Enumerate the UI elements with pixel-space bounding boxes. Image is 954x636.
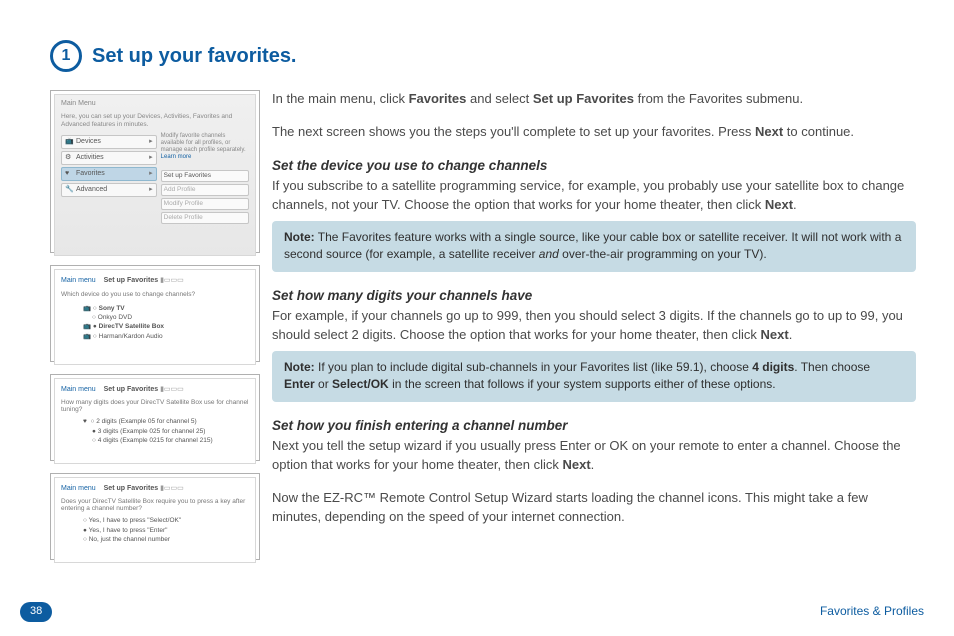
- page: 1 Set up your favorites. Main Menu Here,…: [0, 0, 954, 636]
- favorites-icon: ♥: [65, 169, 73, 177]
- btn-delete-profile: Delete Profile: [161, 212, 249, 224]
- note-box: Note: If you plan to include digital sub…: [272, 351, 916, 402]
- screenshot-which-device: Main menuSet up Favorites ▮▭▭▭ Which dev…: [50, 265, 260, 362]
- screenshot-enter-key: Main menuSet up Favorites ▮▭▭▭ Does your…: [50, 473, 260, 560]
- btn-add-profile: Add Profile: [161, 184, 249, 196]
- subhead-digits: Set how many digits your channels have: [272, 286, 916, 306]
- section-label: Favorites & Profiles: [820, 603, 924, 620]
- learn-more: Learn more: [161, 153, 249, 162]
- shot-title: Main Menu: [61, 99, 249, 109]
- step-title: Set up your favorites.: [92, 42, 297, 71]
- btn-setup-favorites: Set up Favorites: [161, 170, 249, 182]
- menu-devices: Devices: [76, 138, 101, 145]
- devices-icon: 📺: [65, 137, 73, 145]
- shot-intro: Here, you can set up your Devices, Activ…: [61, 113, 249, 129]
- side-text: Modify favorite channels available for a…: [161, 133, 249, 154]
- subhead-device: Set the device you use to change channel…: [272, 156, 916, 176]
- page-footer: 38 Favorites & Profiles: [20, 602, 924, 622]
- step-number-badge: 1: [50, 40, 82, 72]
- question: Does your DirecTV Satellite Box require …: [61, 498, 249, 512]
- page-number: 38: [20, 602, 52, 622]
- question: Which device do you use to change channe…: [61, 290, 249, 299]
- screenshot-digits: Main menuSet up Favorites ▮▭▭▭ How many …: [50, 374, 260, 461]
- step-heading: 1 Set up your favorites.: [50, 40, 924, 72]
- tab-setup: Set up Favorites: [104, 277, 158, 284]
- subhead-finish: Set how you finish entering a channel nu…: [272, 416, 916, 436]
- menu-favorites: Favorites: [76, 170, 105, 177]
- activities-icon: ⚙: [65, 153, 73, 161]
- btn-modify-profile: Modify Profile: [161, 198, 249, 210]
- screenshots-column: Main Menu Here, you can set up your Devi…: [50, 90, 260, 572]
- advanced-icon: 🔧: [65, 185, 73, 193]
- tab-main: Main menu: [61, 277, 96, 284]
- note-box: Note: The Favorites feature works with a…: [272, 221, 916, 272]
- menu-activities: Activities: [76, 154, 104, 161]
- body-text: In the main menu, click Favorites and se…: [272, 90, 924, 572]
- screenshot-main-menu: Main Menu Here, you can set up your Devi…: [50, 90, 260, 253]
- question: How many digits does your DirecTV Satell…: [61, 399, 249, 413]
- menu-advanced: Advanced: [76, 186, 107, 193]
